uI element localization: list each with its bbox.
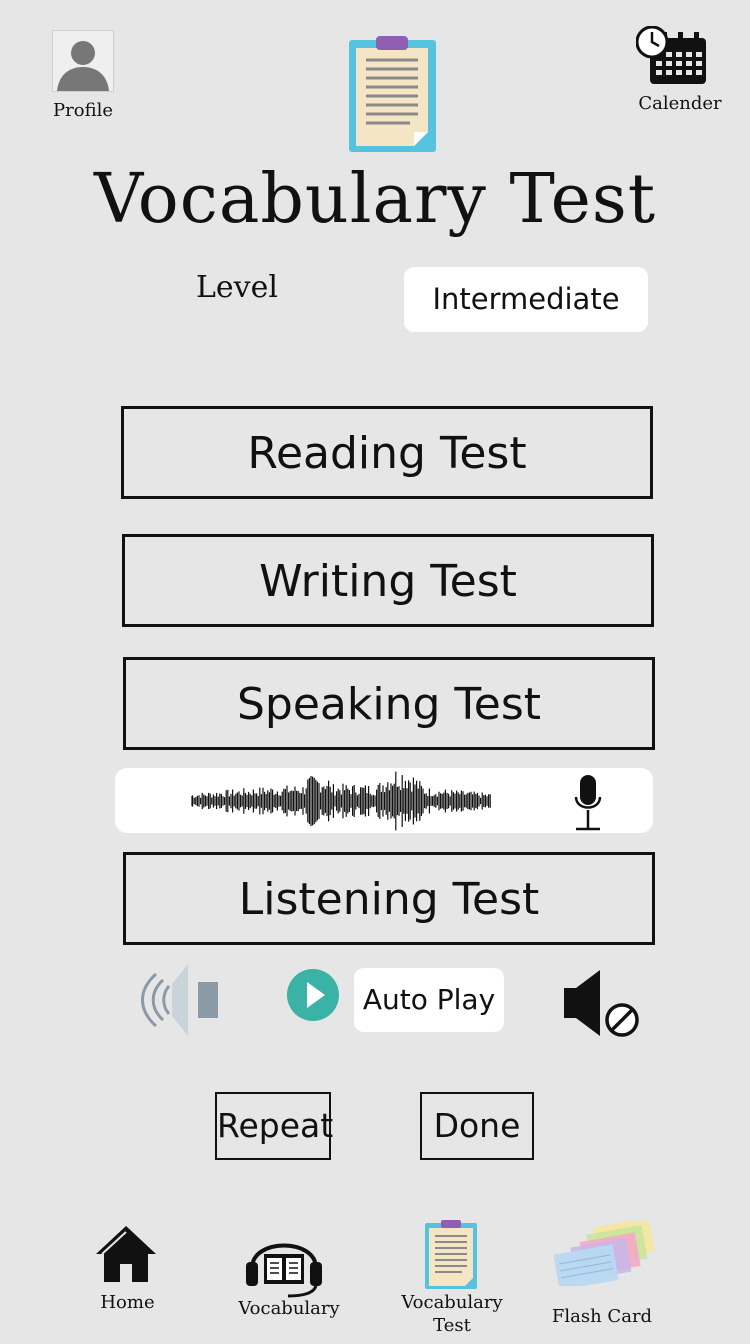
repeat-button[interactable]: Repeat [215,1092,333,1160]
user-silhouette-icon [53,31,113,91]
calendar-clock-icon [635,25,706,84]
play-icon [287,969,339,1021]
reading-test-button[interactable]: Reading Test [121,406,653,499]
profile-avatar[interactable] [52,30,114,92]
audiobook-headphones-icon [246,1243,322,1298]
waveform-icon [191,771,491,831]
nav-vocabulary-test-label-1: Vocabulary [401,1292,503,1313]
clipboard-icon [348,36,438,159]
nav-flash-card[interactable]: Flash Card [540,1222,664,1332]
play-button[interactable] [287,969,339,1026]
home-icon [96,1226,156,1282]
autoplay-toggle[interactable]: Auto Play [354,968,504,1032]
clipboard-icon [425,1220,477,1289]
listening-test-button[interactable]: Listening Test [123,852,655,945]
nav-home[interactable]: Home [60,1218,195,1318]
mute-speaker-icon [564,970,639,1037]
level-selector[interactable]: Intermediate [404,267,648,332]
flash-cards-icon [553,1222,655,1286]
level-label: Level [196,270,278,305]
nav-vocabulary-test-label-2: Test [433,1315,471,1336]
nav-vocabulary-label: Vocabulary [238,1298,340,1319]
speaker-volume-icon[interactable] [136,962,222,1043]
calendar-label: Calender [638,93,722,114]
nav-vocabulary[interactable]: Vocabulary [222,1226,356,1326]
microphone-icon[interactable] [571,773,605,831]
writing-test-button[interactable]: Writing Test [122,534,654,627]
page-title: Vocabulary Test [93,160,657,239]
mute-button[interactable] [562,970,642,1045]
speaking-waveform-panel [115,768,653,833]
calendar-button[interactable] [635,25,708,93]
nav-vocabulary-test[interactable]: Vocabulary Test [388,1220,516,1342]
nav-flash-card-label: Flash Card [551,1306,653,1327]
done-button[interactable]: Done [420,1092,534,1160]
speaking-test-button[interactable]: Speaking Test [123,657,655,750]
nav-home-label: Home [100,1292,155,1313]
profile-label: Profile [53,100,113,121]
